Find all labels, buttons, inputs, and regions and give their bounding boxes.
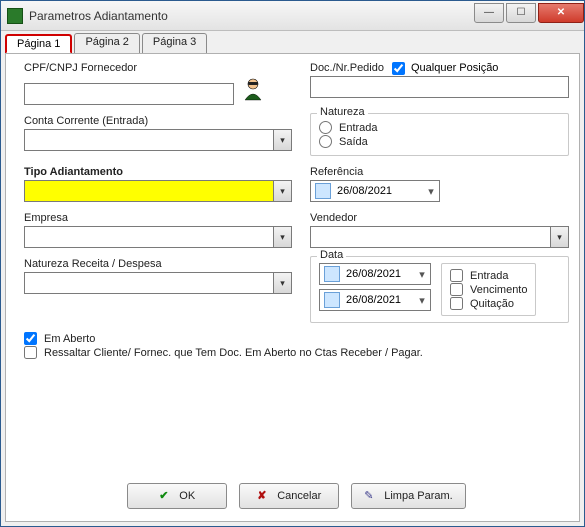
chevron-down-icon[interactable]	[550, 227, 568, 247]
page-content: CPF/CNPJ Fornecedor Doc./Nr.Pedido	[5, 53, 580, 522]
qualquer-posicao-checkbox[interactable]: Qualquer Posição	[392, 62, 498, 75]
chevron-down-icon[interactable]: ▾	[423, 185, 439, 198]
titlebar: Parametros Adiantamento — ☐ ✕	[1, 1, 584, 31]
data-vencimento-check[interactable]: Vencimento	[450, 283, 527, 296]
data-legend: Data	[317, 249, 346, 261]
natureza-saida-radio[interactable]: Saída	[319, 135, 560, 148]
app-icon	[7, 8, 23, 24]
conta-label: Conta Corrente (Entrada)	[24, 115, 292, 127]
cpf-input[interactable]	[24, 83, 234, 105]
data-quitacao-check[interactable]: Quitação	[450, 297, 527, 310]
data-from[interactable]: 26/08/2021 ▾	[319, 263, 431, 285]
clear-params-button[interactable]: ✎ Limpa Param.	[351, 483, 465, 509]
ok-button[interactable]: ✔ OK	[127, 483, 227, 509]
window-buttons: — ☐ ✕	[472, 3, 584, 25]
window-title: Parametros Adiantamento	[29, 9, 472, 23]
cpf-label: CPF/CNPJ Fornecedor	[24, 62, 292, 74]
minimize-button[interactable]: —	[474, 3, 504, 23]
empresa-combo[interactable]	[24, 226, 292, 248]
chevron-down-icon[interactable]	[273, 273, 291, 293]
calendar-icon	[324, 266, 340, 282]
natureza-entrada-radio[interactable]: Entrada	[319, 121, 560, 134]
natrd-combo[interactable]	[24, 272, 292, 294]
brush-icon: ✎	[364, 489, 378, 503]
vendedor-combo[interactable]	[310, 226, 569, 248]
natrd-label: Natureza Receita / Despesa	[24, 258, 292, 270]
person-icon	[240, 76, 266, 105]
x-icon: ✘	[257, 489, 271, 503]
tab-bar: Página 1 Página 2 Página 3	[1, 31, 584, 53]
tab-pagina-1[interactable]: Página 1	[5, 34, 72, 54]
form-area: CPF/CNPJ Fornecedor Doc./Nr.Pedido	[24, 60, 569, 475]
calendar-icon	[324, 292, 340, 308]
em-aberto-check[interactable]: Em Aberto	[24, 332, 569, 345]
tipo-label: Tipo Adiantamento	[24, 166, 292, 178]
referencia-date[interactable]: 26/08/2021 ▾	[310, 180, 440, 202]
doc-label: Doc./Nr.Pedido	[310, 62, 384, 74]
chevron-down-icon[interactable]	[273, 130, 291, 150]
vendedor-label: Vendedor	[310, 212, 569, 224]
conta-combo[interactable]	[24, 129, 292, 151]
button-row: ✔ OK ✘ Cancelar ✎ Limpa Param.	[24, 475, 569, 513]
chevron-down-icon[interactable]	[273, 227, 291, 247]
chevron-down-icon[interactable]: ▾	[414, 294, 430, 307]
ressaltar-check[interactable]: Ressaltar Cliente/ Fornec. que Tem Doc. …	[24, 346, 569, 359]
data-entrada-check[interactable]: Entrada	[450, 269, 527, 282]
maximize-button[interactable]: ☐	[506, 3, 536, 23]
tab-pagina-3[interactable]: Página 3	[142, 33, 207, 53]
referencia-label: Referência	[310, 166, 569, 178]
cancel-button[interactable]: ✘ Cancelar	[239, 483, 339, 509]
check-icon: ✔	[159, 489, 173, 503]
tab-pagina-2[interactable]: Página 2	[74, 33, 139, 53]
chevron-down-icon[interactable]: ▾	[414, 268, 430, 281]
calendar-icon	[315, 183, 331, 199]
qualquer-posicao-input[interactable]	[392, 62, 405, 75]
chevron-down-icon[interactable]	[273, 181, 291, 201]
qualquer-posicao-label: Qualquer Posição	[411, 62, 498, 74]
window-frame: Parametros Adiantamento — ☐ ✕ Página 1 P…	[0, 0, 585, 527]
natureza-legend: Natureza	[317, 106, 368, 118]
tipo-combo[interactable]	[24, 180, 292, 202]
data-to[interactable]: 26/08/2021 ▾	[319, 289, 431, 311]
empresa-label: Empresa	[24, 212, 292, 224]
doc-input[interactable]	[310, 76, 569, 98]
close-button[interactable]: ✕	[538, 3, 584, 23]
